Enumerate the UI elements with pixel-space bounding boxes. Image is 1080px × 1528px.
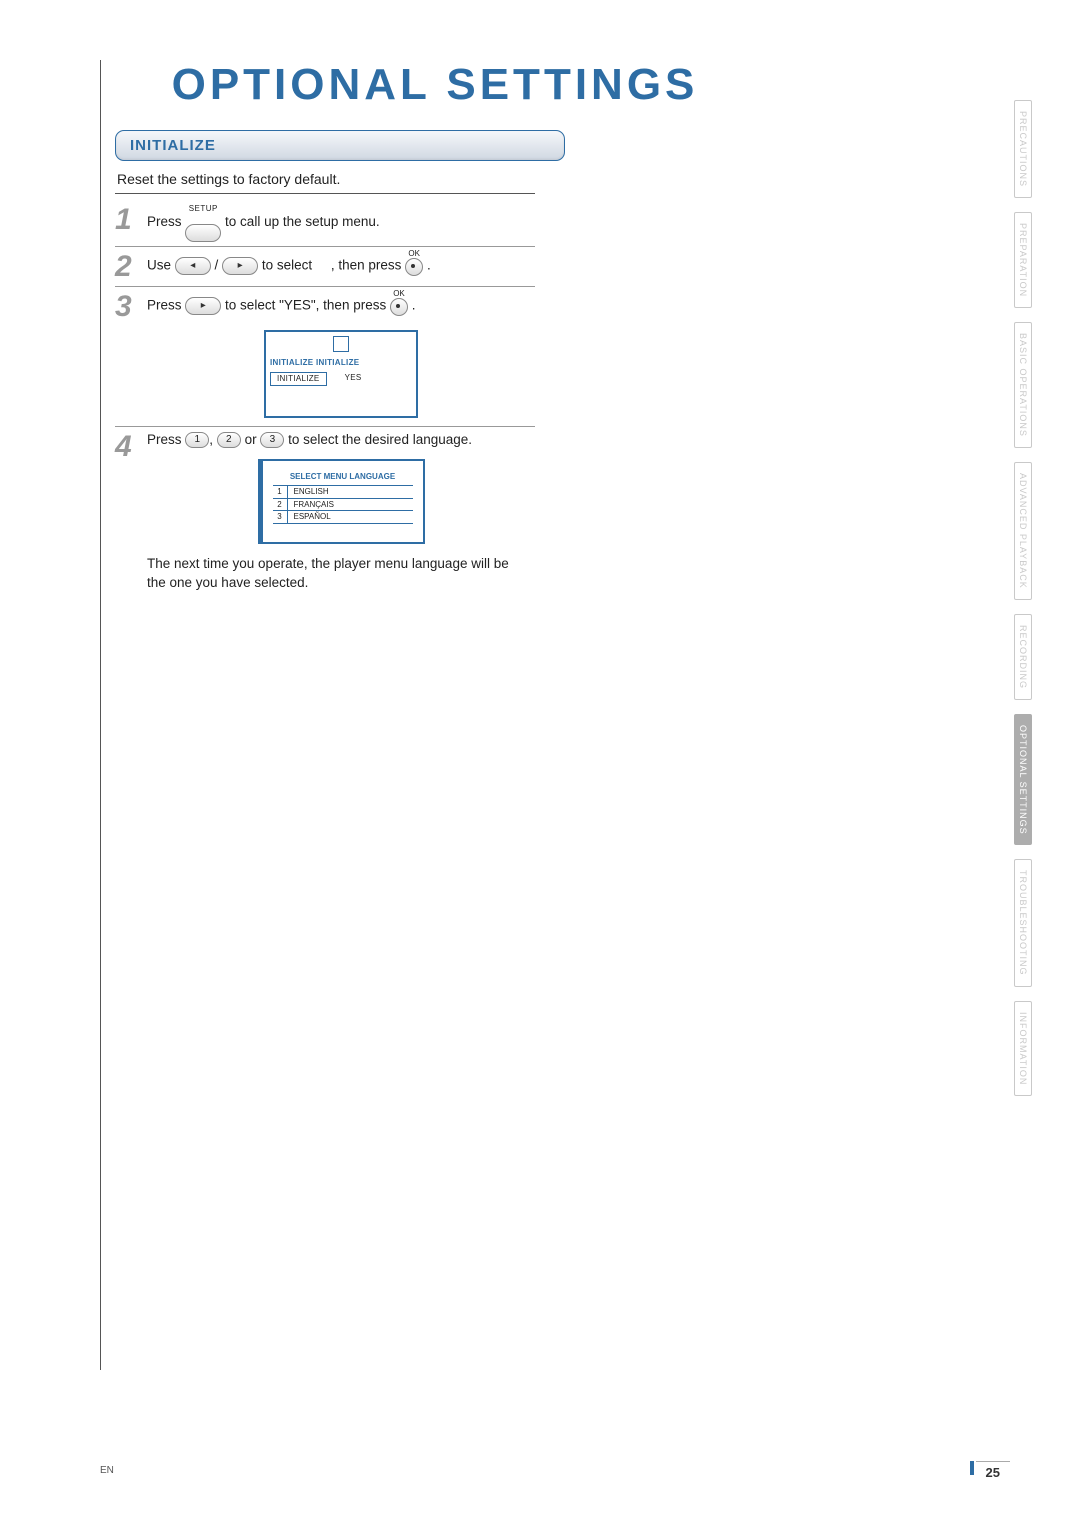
ok-label: OK: [390, 290, 408, 298]
number-1-button-icon: 1: [185, 432, 209, 448]
setup-label: SETUP: [189, 203, 218, 215]
section-tab[interactable]: ADVANCED PLAYBACK: [1014, 462, 1032, 600]
text: /: [215, 257, 219, 272]
osd-language-title: SELECT MENU LANGUAGE: [263, 471, 423, 483]
osd-icon: [333, 336, 349, 352]
section-tab[interactable]: INFORMATION: [1014, 1001, 1032, 1096]
number-2-button-icon: 2: [217, 432, 241, 448]
lang-row: 1 ENGLISH: [273, 485, 413, 498]
page-number: 25: [986, 1465, 1000, 1480]
text: ,: [209, 432, 213, 447]
section-tab[interactable]: TROUBLESHOOTING: [1014, 859, 1032, 987]
step-number: 2: [115, 250, 137, 282]
lang-num: 1: [273, 486, 288, 498]
osd-header: INITIALIZE INITIALIZE: [266, 355, 416, 371]
lang-row: 2 FRANÇAIS: [273, 498, 413, 511]
section-tab[interactable]: PRECAUTIONS: [1014, 100, 1032, 198]
step-3: 3 Press ▸ to select "YES", then press OK…: [115, 287, 535, 427]
osd-initialize: INITIALIZE INITIALIZE INITIALIZE YES: [264, 330, 418, 418]
step-4: 4 Press 1, 2 or 3 to select the desired …: [115, 427, 535, 597]
text: to select the desired language.: [288, 432, 472, 447]
osd-option-left: INITIALIZE: [270, 372, 327, 386]
text: to select: [262, 257, 312, 272]
osd-language: SELECT MENU LANGUAGE 1 ENGLISH 2 FRANÇAI…: [258, 459, 425, 543]
lang-num: 3: [273, 511, 288, 523]
lang-row: 3 ESPAÑOL: [273, 510, 413, 524]
page-footer: EN 25: [100, 1461, 1010, 1480]
text: to select "YES", then press: [225, 297, 386, 312]
text: .: [427, 257, 431, 272]
step-number: 4: [115, 430, 137, 462]
section-tab[interactable]: RECORDING: [1014, 614, 1032, 700]
section-tab[interactable]: PREPARATION: [1014, 212, 1032, 308]
step-2: 2 Use ◂ / ▸ to select , then press OK .: [115, 247, 535, 287]
page-title: OPTIONAL SETTINGS: [115, 60, 755, 110]
footer-lang: EN: [100, 1465, 114, 1476]
section-tabs: PRECAUTIONS PREPARATION BASIC OPERATIONS AD…: [1014, 100, 1038, 1110]
left-arrow-icon: ◂: [175, 257, 211, 275]
text: to call up the setup menu.: [225, 214, 380, 229]
text: Use: [147, 257, 171, 272]
step-number: 3: [115, 290, 137, 322]
ok-button-icon: [390, 298, 408, 316]
text: .: [412, 297, 416, 312]
number-3-button-icon: 3: [260, 432, 284, 448]
page-number-box: 25: [976, 1461, 1010, 1480]
lang-num: 2: [273, 499, 288, 511]
step-4-note: The next time you operate, the player me…: [147, 554, 527, 593]
section-heading: INITIALIZE: [115, 130, 565, 161]
text: or: [245, 432, 257, 447]
section-intro: Reset the settings to factory default.: [117, 171, 760, 187]
osd-option-right: YES: [345, 372, 362, 386]
right-arrow-icon: ▸: [222, 257, 258, 275]
ok-label: OK: [405, 250, 423, 258]
text: , then press: [331, 257, 402, 272]
divider: [115, 193, 535, 194]
section-tab[interactable]: BASIC OPERATIONS: [1014, 322, 1032, 448]
lang-name: FRANÇAIS: [288, 499, 334, 511]
section-tab[interactable]: OPTIONAL SETTINGS: [1014, 714, 1032, 846]
step-1: 1 Press SETUP to call up the setup menu.: [115, 200, 535, 247]
lang-name: ENGLISH: [288, 486, 329, 498]
text: Press: [147, 297, 182, 312]
text: Press: [147, 432, 182, 447]
ok-button-icon: [405, 258, 423, 276]
right-arrow-icon: ▸: [185, 297, 221, 315]
text: Press: [147, 214, 182, 229]
setup-button-icon: [185, 224, 221, 242]
step-number: 1: [115, 203, 137, 235]
lang-name: ESPAÑOL: [288, 511, 331, 523]
